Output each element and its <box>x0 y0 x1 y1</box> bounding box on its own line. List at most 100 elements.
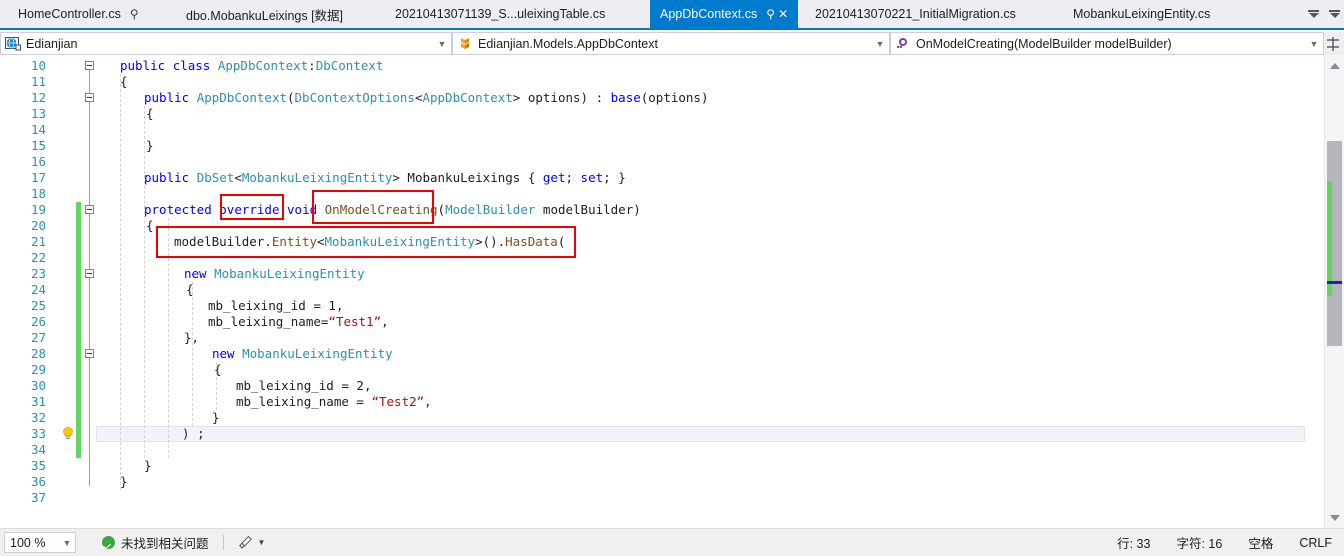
code-editor[interactable]: 10 public class AppDbContext:DbContext 11 {… <box>0 55 1344 528</box>
line-content[interactable]: mb_leixing_name = “Test2”, <box>236 394 432 410</box>
code-line-29[interactable]: 29 { <box>0 362 1324 378</box>
code-line-16[interactable]: 16 <box>0 154 1324 170</box>
project-dropdown[interactable]: Edianjian ▼ <box>0 32 452 55</box>
line-content[interactable]: { <box>146 106 154 122</box>
editor-tab-0[interactable]: HomeController.cs ⚲ <box>8 0 149 28</box>
code-line-13[interactable]: 13 { <box>0 106 1324 122</box>
editor-tab-2[interactable]: 20210413071139_S...uleixingTable.cs <box>385 0 621 28</box>
scrollbar-thumb[interactable] <box>1327 141 1342 346</box>
code-line-31[interactable]: 31 mb_leixing_name = “Test2”, <box>0 394 1324 410</box>
line-content[interactable]: } <box>212 410 220 426</box>
code-line-27[interactable]: 27}, <box>0 330 1324 346</box>
line-number: 20 <box>30 218 46 233</box>
code-line-23[interactable]: 23 new MobankuLeixingEntity <box>0 266 1324 282</box>
code-surface[interactable]: 10 public class AppDbContext:DbContext 11 {… <box>0 55 1324 528</box>
line-number: 34 <box>30 442 46 457</box>
line-content[interactable]: protected override void OnModelCreating(… <box>144 202 641 218</box>
line-content[interactable]: public DbSet<MobankuLeixingEntity> Moban… <box>144 170 626 186</box>
scroll-down-arrow-icon[interactable] <box>1325 509 1344 526</box>
code-line-36[interactable]: 36} <box>0 474 1324 490</box>
code-line-24[interactable]: 24 { <box>0 282 1324 298</box>
scrollbar-caret-marker <box>1327 281 1342 284</box>
line-content[interactable]: } <box>144 458 152 474</box>
success-check-icon <box>102 536 115 549</box>
vertical-scrollbar[interactable] <box>1324 55 1344 528</box>
code-line-10[interactable]: 10 public class AppDbContext:DbContext <box>0 58 1324 74</box>
line-content[interactable]: }, <box>184 330 199 346</box>
line-number: 30 <box>30 378 46 393</box>
line-content[interactable]: mb_leixing_id = 2, <box>236 378 371 394</box>
editor-tab-label: HomeController.cs <box>18 7 121 21</box>
status-line-ending[interactable]: CRLF <box>1299 536 1332 550</box>
code-line-22[interactable]: 22 <box>0 250 1324 266</box>
code-line-34[interactable]: 34 <box>0 442 1324 458</box>
code-line-11[interactable]: 11 { <box>0 74 1324 90</box>
menu-triangle <box>1329 13 1340 18</box>
line-content[interactable]: new MobankuLeixingEntity <box>184 266 365 282</box>
line-number: 19 <box>30 202 46 217</box>
code-line-28[interactable]: 28 new MobankuLeixingEntity <box>0 346 1324 362</box>
code-line-30[interactable]: 30 mb_leixing_id = 2, <box>0 378 1324 394</box>
code-line-32[interactable]: 32} <box>0 410 1324 426</box>
status-indent-mode[interactable]: 空格 <box>1248 533 1273 552</box>
code-line-15[interactable]: 15} <box>0 138 1324 154</box>
line-content[interactable]: public class AppDbContext:DbContext <box>120 58 383 74</box>
line-content[interactable]: mb_leixing_id = 1, <box>208 298 343 314</box>
navbar-splitter-icon[interactable] <box>1324 32 1342 55</box>
code-line-12[interactable]: 12 public AppDbContext(DbContextOptions<A… <box>0 90 1324 106</box>
split-view-icon <box>1327 36 1339 51</box>
tab-pin-icon[interactable]: ⚲ <box>130 8 139 20</box>
code-line-37[interactable]: 37 <box>0 490 1324 506</box>
code-cleanup-control[interactable]: ▼ <box>238 535 266 550</box>
tab-pin-icon[interactable]: ⚲ <box>766 8 775 20</box>
line-content[interactable]: } <box>120 474 128 490</box>
line-number: 32 <box>30 410 46 425</box>
project-dropdown-chevron-down-icon[interactable]: ▼ <box>435 39 449 49</box>
line-number: 15 <box>30 138 46 153</box>
code-line-26[interactable]: 26 mb_leixing_name=“Test1”, <box>0 314 1324 330</box>
member-dropdown[interactable]: OnModelCreating(ModelBuilder modelBuilde… <box>890 32 1324 55</box>
code-line-35[interactable]: 35} <box>0 458 1324 474</box>
code-line-18[interactable]: 18 <box>0 186 1324 202</box>
code-line-20[interactable]: 20 { <box>0 218 1324 234</box>
status-line-number: 行: 33 <box>1117 537 1151 551</box>
line-number: 17 <box>30 170 46 185</box>
line-content[interactable]: { <box>214 362 222 378</box>
line-content[interactable]: { <box>146 218 154 234</box>
tab-strip-controls <box>1308 0 1344 28</box>
line-content[interactable]: { <box>120 74 128 90</box>
editor-tab-3[interactable]: AppDbContext.cs ⚲ ✕ <box>650 0 799 28</box>
editor-tab-label: 20210413070221_InitialMigration.cs <box>815 7 1016 21</box>
menu-bar <box>1329 10 1340 12</box>
line-content[interactable]: modelBuilder.Entity<MobankuLeixingEntity… <box>174 234 565 250</box>
code-line-17[interactable]: 17 public DbSet<MobankuLeixingEntity> Mob… <box>0 170 1324 186</box>
type-dropdown-chevron-down-icon[interactable]: ▼ <box>873 39 887 49</box>
tab-overflow-dropdown-icon[interactable] <box>1308 10 1319 18</box>
code-line-14[interactable]: 14 <box>0 122 1324 138</box>
code-cleanup-chevron-down-icon[interactable]: ▼ <box>258 538 266 547</box>
member-dropdown-value: OnModelCreating(ModelBuilder modelBuilde… <box>916 36 1172 51</box>
code-line-19[interactable]: 19 protected override void OnModelCreatin… <box>0 202 1324 218</box>
editor-tab-1[interactable]: dbo.MobankuLeixings [数据] <box>176 0 359 28</box>
line-content[interactable]: } <box>146 138 154 154</box>
code-line-21[interactable]: 21 modelBuilder.Entity<MobankuLeixingEnti… <box>0 234 1324 250</box>
type-dropdown[interactable]: Edianjian.Models.AppDbContext ▼ <box>452 32 890 55</box>
line-content[interactable]: mb_leixing_name=“Test1”, <box>208 314 389 330</box>
issues-status[interactable]: 未找到相关问题 <box>102 533 209 552</box>
code-line-25[interactable]: 25 mb_leixing_id = 1, <box>0 298 1324 314</box>
line-number: 16 <box>30 154 46 169</box>
member-dropdown-chevron-down-icon[interactable]: ▼ <box>1307 39 1321 49</box>
line-content[interactable]: { <box>186 282 194 298</box>
editor-tab-5[interactable]: MobankuLeixingEntity.cs <box>1063 0 1226 28</box>
tab-list-menu-icon[interactable] <box>1329 10 1340 18</box>
editor-tab-4[interactable]: 20210413070221_InitialMigration.cs <box>805 0 1032 28</box>
tab-close-icon[interactable]: ✕ <box>778 8 788 20</box>
line-content[interactable]: public AppDbContext(DbContextOptions<App… <box>144 90 709 106</box>
line-content[interactable]: ) ; <box>182 426 205 442</box>
zoom-level-dropdown[interactable]: 100 % ▼ <box>4 532 76 553</box>
scrollbar-change-marker <box>1327 181 1332 296</box>
line-content[interactable]: new MobankuLeixingEntity <box>212 346 393 362</box>
zoom-chevron-down-icon[interactable]: ▼ <box>59 538 75 548</box>
scroll-up-arrow-icon[interactable] <box>1325 57 1344 74</box>
code-line-33[interactable]: 33) ; <box>0 426 1324 442</box>
